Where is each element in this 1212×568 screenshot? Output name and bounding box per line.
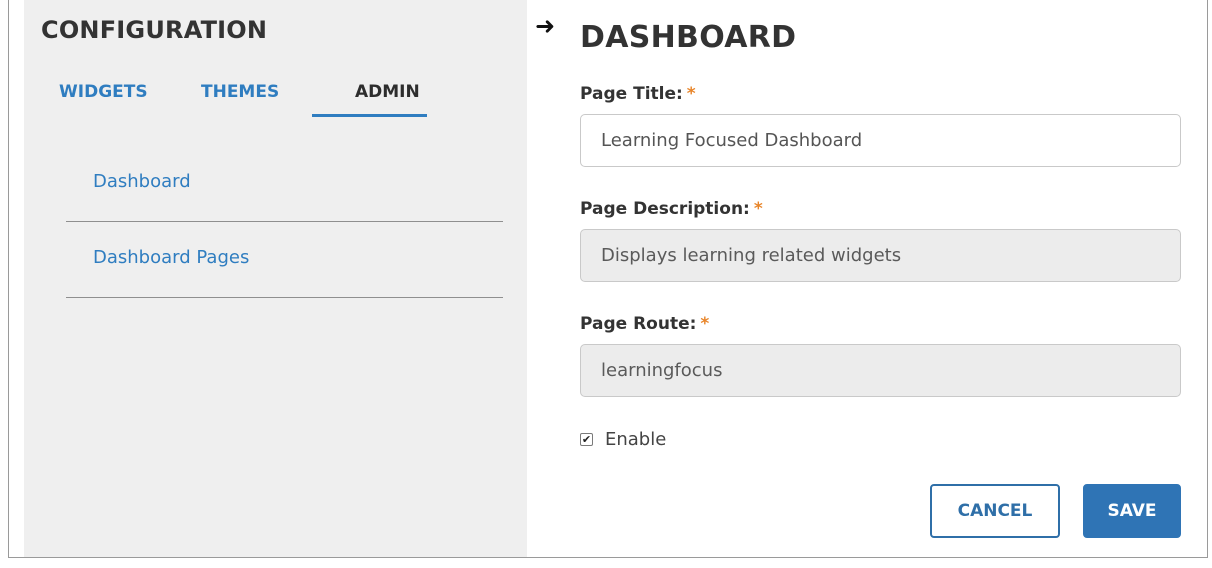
sidebar-title: CONFIGURATION (41, 16, 268, 44)
right-arrow-icon: ➜ (535, 12, 556, 40)
cancel-button[interactable]: CANCEL (930, 484, 1060, 538)
save-button[interactable]: SAVE (1083, 484, 1181, 538)
page-route-label: Page Route: * (580, 314, 710, 334)
required-marker: * (686, 84, 696, 104)
enable-checkbox[interactable]: ✔ (580, 432, 593, 446)
page-route-input[interactable] (580, 344, 1181, 397)
configuration-sidebar: CONFIGURATION WIDGETS THEMES ADMIN Dashb… (24, 0, 527, 557)
tab-themes[interactable]: THEMES (201, 82, 279, 102)
tab-widgets[interactable]: WIDGETS (59, 82, 148, 102)
nav-item-label: Dashboard (93, 171, 191, 192)
tab-admin[interactable]: ADMIN (355, 82, 420, 102)
required-marker: * (700, 314, 710, 334)
dashboard-form-panel: ➜ DASHBOARD Page Title:* Page Descriptio… (527, 0, 1207, 557)
nav-item-label: Dashboard Pages (93, 247, 250, 268)
enable-label: Enable (605, 428, 667, 450)
nav-item-dashboard-pages[interactable]: Dashboard Pages (66, 222, 503, 298)
page-title: DASHBOARD (580, 20, 797, 55)
active-tab-indicator (312, 114, 427, 117)
page-description-input[interactable] (580, 229, 1181, 282)
page-title-input[interactable] (580, 114, 1181, 167)
nav-item-dashboard[interactable]: Dashboard (66, 146, 503, 222)
enable-row: ✔ Enable (580, 427, 666, 451)
admin-nav-list: Dashboard Dashboard Pages (66, 146, 503, 298)
page-description-label: Page Description: * (580, 199, 763, 219)
required-marker: * (753, 199, 763, 219)
page-title-label: Page Title: * (580, 84, 696, 104)
